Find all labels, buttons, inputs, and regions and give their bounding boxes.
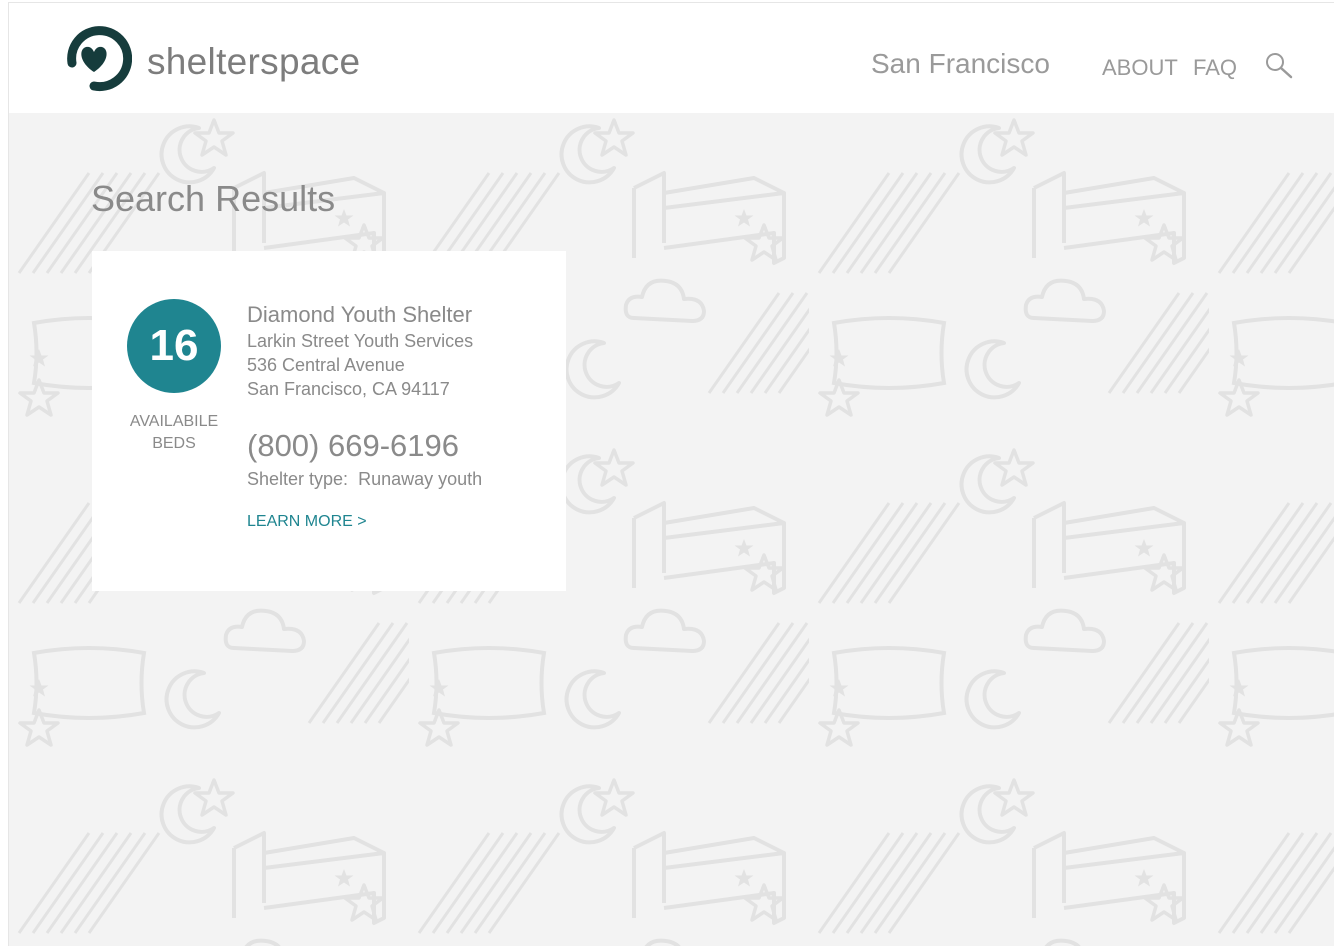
brand-name[interactable]: shelterspace (147, 41, 360, 83)
nav-faq-link[interactable]: FAQ (1193, 55, 1237, 81)
shelter-address-line1: 536 Central Avenue (247, 355, 405, 375)
shelter-info: Diamond Youth Shelter Larkin Street Yout… (247, 301, 547, 531)
shelter-type: Shelter type: Runaway youth (247, 467, 547, 491)
available-beds-label: AVAILABILE BEDS (114, 411, 234, 455)
city-selector[interactable]: San Francisco (871, 48, 1050, 80)
nav-about-link[interactable]: ABOUT (1102, 55, 1178, 81)
shelter-type-label: Shelter type: (247, 469, 349, 489)
shelter-organization: Larkin Street Youth Services (247, 331, 474, 351)
shelter-phone[interactable]: (800) 669-6196 (247, 427, 547, 465)
page-title: Search Results (91, 178, 336, 219)
shelter-address-line2: San Francisco, CA 94117 (247, 379, 450, 399)
shelter-type-value: Runaway youth (358, 469, 483, 489)
search-icon[interactable] (1264, 51, 1294, 81)
shelter-result-card[interactable]: 16 AVAILABILE BEDS Diamond Youth Shelter… (92, 251, 566, 591)
heart-ring-logo-icon[interactable] (56, 20, 132, 96)
beds-label-line2: BEDS (152, 435, 196, 452)
beds-label-line1: AVAILABILE (129, 413, 219, 430)
learn-more-link[interactable]: LEARN MORE > (247, 513, 367, 531)
page-frame: shelterspace San Francisco ABOUT FAQ Sea… (8, 2, 1334, 946)
site-header: shelterspace San Francisco ABOUT FAQ (9, 3, 1334, 113)
shelter-name: Diamond Youth Shelter (247, 302, 473, 327)
available-beds-count: 16 (127, 299, 221, 393)
